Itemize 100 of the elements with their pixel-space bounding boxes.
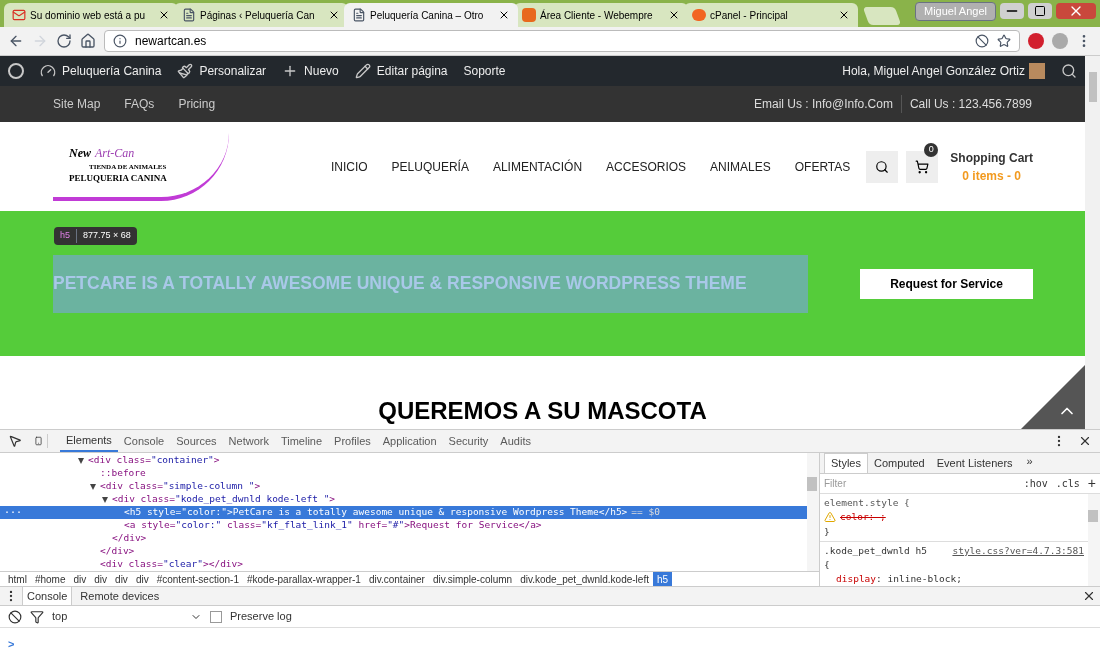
close-icon[interactable] bbox=[838, 9, 850, 21]
back-icon[interactable] bbox=[8, 33, 24, 49]
close-icon[interactable] bbox=[498, 9, 510, 21]
devtools-tab[interactable]: Security bbox=[442, 430, 495, 452]
dom-line[interactable]: </div> bbox=[0, 545, 807, 558]
top-bar-link[interactable]: FAQs bbox=[124, 95, 155, 113]
close-icon[interactable] bbox=[668, 9, 680, 21]
page-icon bbox=[182, 8, 196, 22]
add-rule-button[interactable]: + bbox=[1087, 473, 1096, 494]
dom-line[interactable]: ::before bbox=[0, 467, 807, 480]
wordpress-icon[interactable] bbox=[8, 63, 24, 79]
devtools-tab[interactable]: Sources bbox=[170, 430, 223, 452]
warning-icon bbox=[824, 511, 836, 524]
breadcrumb-item[interactable]: #kode-parallax-wrapper-1 bbox=[242, 572, 365, 587]
admin-bar-item[interactable]: Peluquería Canina bbox=[40, 62, 162, 80]
breadcrumb-item[interactable]: div.container bbox=[364, 572, 429, 587]
browser-tab[interactable]: Peluquería Canina – Otro bbox=[344, 3, 518, 27]
context-select[interactable]: top bbox=[52, 608, 202, 625]
drawer-tab[interactable]: Console bbox=[22, 587, 73, 605]
breadcrumb-item[interactable]: #home bbox=[30, 572, 70, 587]
minimize-icon[interactable] bbox=[1000, 3, 1024, 20]
devtools-tab[interactable]: Network bbox=[222, 430, 275, 452]
cart-button[interactable] bbox=[906, 150, 939, 183]
nav-link[interactable]: INICIO bbox=[330, 157, 368, 176]
styles-tab[interactable]: Styles bbox=[824, 453, 868, 473]
top-bar-link[interactable]: Pricing bbox=[178, 95, 216, 113]
address-field[interactable]: newartcan.es bbox=[104, 30, 1020, 52]
close-icon[interactable] bbox=[158, 9, 170, 21]
dom-line[interactable]: <div class="clear"></div> bbox=[0, 558, 807, 571]
styles-tab[interactable]: Computed bbox=[867, 453, 931, 473]
expand-triangle-icon[interactable] bbox=[90, 483, 96, 490]
hov-button[interactable]: :hov bbox=[1023, 476, 1048, 491]
pin-icon[interactable] bbox=[1028, 33, 1044, 49]
expand-triangle-icon[interactable] bbox=[78, 457, 84, 464]
close-icon[interactable] bbox=[328, 9, 340, 21]
breadcrumb-item[interactable]: html bbox=[4, 572, 31, 587]
greeting-link[interactable]: Hola, Miguel Angel González Ortiz bbox=[842, 62, 1025, 80]
blocked-icon[interactable] bbox=[975, 34, 989, 48]
search-button[interactable] bbox=[866, 150, 899, 183]
info-icon bbox=[113, 34, 127, 48]
styles-tab[interactable]: Event Listeners bbox=[930, 453, 1019, 473]
css-brace: } bbox=[824, 524, 831, 539]
breadcrumb-item[interactable]: #content-section-1 bbox=[152, 572, 243, 587]
cart-summary: 0 items - 0 bbox=[962, 167, 1021, 185]
breadcrumb-item[interactable]: div bbox=[131, 572, 153, 587]
breadcrumb-item[interactable]: div bbox=[69, 572, 91, 587]
elements-scrollbar[interactable] bbox=[807, 453, 819, 571]
close-icon[interactable] bbox=[1078, 434, 1092, 448]
reload-icon[interactable] bbox=[56, 33, 72, 49]
breadcrumb-item[interactable]: div.simple-column bbox=[428, 572, 517, 587]
nav-link[interactable]: ANIMALES bbox=[710, 157, 771, 176]
filter-icon[interactable] bbox=[30, 609, 44, 624]
device-icon[interactable] bbox=[34, 434, 48, 448]
page-icon bbox=[352, 8, 366, 22]
devtools-tab[interactable]: Console bbox=[117, 430, 171, 452]
browser-tab[interactable]: Área Cliente - Webempre bbox=[514, 3, 688, 27]
breadcrumb-item[interactable]: div bbox=[111, 572, 132, 587]
browser-tab[interactable]: cPanel - Principal bbox=[684, 3, 858, 27]
more-tabs-button[interactable]: » bbox=[1018, 453, 1041, 473]
source-link[interactable]: style.css?ver=4.7.3:581 bbox=[952, 543, 1084, 558]
page-scrollbar[interactable] bbox=[1085, 56, 1100, 429]
drawer-tab[interactable]: Remote devices bbox=[76, 587, 164, 605]
inspect-icon[interactable] bbox=[8, 434, 22, 448]
search-icon[interactable] bbox=[1061, 63, 1077, 79]
star-icon[interactable] bbox=[997, 34, 1011, 48]
nav-link[interactable]: PELUQUERÍA bbox=[391, 157, 469, 176]
breadcrumb-item[interactable]: div.kode_pet_dwnld.kode-left bbox=[516, 572, 653, 587]
styles-scrollbar[interactable] bbox=[1088, 494, 1100, 589]
nav-link[interactable]: OFERTAS bbox=[794, 157, 851, 176]
css-declaration[interactable]: display: inline-block; bbox=[824, 572, 1084, 587]
preserve-log-checkbox[interactable] bbox=[210, 610, 222, 623]
dom-line[interactable]: </div> bbox=[0, 532, 807, 545]
devtools-tab[interactable]: Audits bbox=[494, 430, 537, 452]
admin-bar-item[interactable]: Soporte bbox=[463, 62, 506, 80]
admin-bar-item[interactable]: Personalizar bbox=[177, 62, 267, 80]
request-service-button[interactable]: Request for Service bbox=[860, 268, 1033, 299]
home-icon[interactable] bbox=[80, 33, 96, 49]
clear-console-icon[interactable] bbox=[8, 609, 22, 624]
dom-line[interactable]: <a style="color:" class="kf_flat_link_1" href="#">Request for Service</a> bbox=[0, 519, 807, 532]
breadcrumb-item[interactable]: div bbox=[90, 572, 112, 587]
devtools-tab[interactable]: Timeline bbox=[274, 430, 329, 452]
admin-bar-item[interactable]: Editar página bbox=[354, 62, 448, 80]
nav-link[interactable]: ACCESORIOS bbox=[606, 157, 687, 176]
filter-field[interactable]: Filter bbox=[824, 476, 1016, 491]
devtools-tab[interactable]: Elements bbox=[60, 430, 118, 452]
browser-tab[interactable]: Su dominio web está a pu bbox=[4, 3, 178, 27]
devtools-tab[interactable]: Application bbox=[376, 430, 443, 452]
admin-bar-item[interactable]: Nuevo bbox=[282, 62, 339, 80]
nav-link[interactable]: ALIMENTACIÓN bbox=[492, 157, 583, 176]
console-prompt[interactable]: > bbox=[8, 635, 15, 653]
dom-line[interactable]: <div class="simple-column "> bbox=[0, 480, 807, 493]
dom-line[interactable]: <div class="container"> bbox=[0, 454, 807, 467]
cls-button[interactable]: .cls bbox=[1055, 476, 1080, 491]
close-icon[interactable] bbox=[1082, 589, 1096, 603]
css-property[interactable]: color: ; bbox=[840, 510, 886, 525]
browser-tab[interactable]: Páginas ‹ Peluquería Can bbox=[174, 3, 348, 27]
devtools-tab[interactable]: Profiles bbox=[328, 430, 377, 452]
maximize-icon[interactable] bbox=[1028, 3, 1052, 20]
cart-title[interactable]: Shopping Cart bbox=[950, 148, 1033, 167]
top-bar-link[interactable]: Site Map bbox=[53, 95, 101, 113]
